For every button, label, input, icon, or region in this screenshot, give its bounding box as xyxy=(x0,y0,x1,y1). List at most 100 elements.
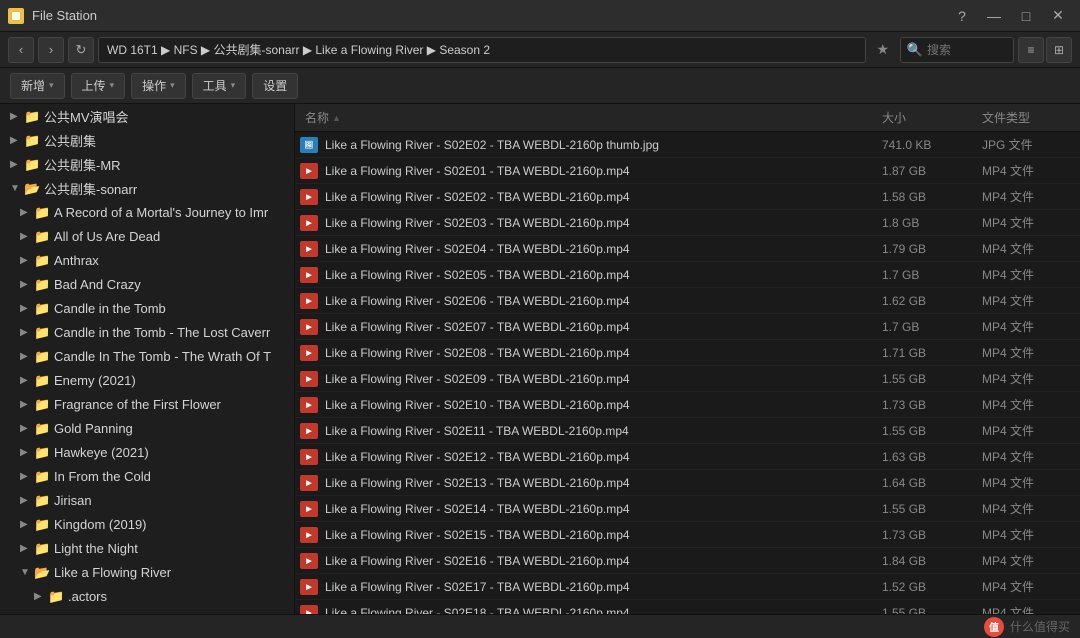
folder-icon: 📁 xyxy=(24,109,40,123)
back-button[interactable]: ‹ xyxy=(8,37,34,63)
column-header-name[interactable]: 名称 ▲ xyxy=(299,109,876,126)
table-row[interactable]: ▶Like a Flowing River - S02E08 - TBA WEB… xyxy=(295,340,1080,366)
sidebar-item-gold[interactable]: ▶ 📁 Gold Panning xyxy=(0,416,294,440)
folder-icon: 📁 xyxy=(34,517,50,531)
sidebar-item-all-of-us[interactable]: ▶ 📁 All of Us Are Dead xyxy=(0,224,294,248)
sidebar-item-fragrance[interactable]: ▶ 📁 Fragrance of the First Flower xyxy=(0,392,294,416)
sidebar-item-season1[interactable]: ▶ 📁 Season 1 xyxy=(0,608,294,614)
tools-button[interactable]: 工具 ▾ xyxy=(192,73,247,99)
upload-button[interactable]: 上传 ▾ xyxy=(71,73,126,99)
table-row[interactable]: ▶Like a Flowing River - S02E05 - TBA WEB… xyxy=(295,262,1080,288)
table-row[interactable]: ▶Like a Flowing River - S02E09 - TBA WEB… xyxy=(295,366,1080,392)
file-type: MP4 文件 xyxy=(976,552,1076,569)
file-name: Like a Flowing River - S02E16 - TBA WEBD… xyxy=(325,554,876,568)
mp4-icon: ▶ xyxy=(299,161,319,181)
sidebar-item-in-from[interactable]: ▶ 📁 In From the Cold xyxy=(0,464,294,488)
expand-arrow: ▶ xyxy=(10,111,24,122)
folder-icon: 📁 xyxy=(34,277,50,291)
file-size: 1.87 GB xyxy=(876,164,976,178)
sidebar-item-enemy[interactable]: ▶ 📁 Enemy (2021) xyxy=(0,368,294,392)
expand-arrow: ▶ xyxy=(20,447,34,458)
file-name: Like a Flowing River - S02E18 - TBA WEBD… xyxy=(325,606,876,615)
view-controls: ≡ ⊞ xyxy=(1018,37,1072,63)
table-row[interactable]: ▶ Like a Flowing River - S02E18 - TBA WEB… xyxy=(295,600,1080,614)
table-row[interactable]: ▶Like a Flowing River - S02E16 - TBA WEB… xyxy=(295,548,1080,574)
column-header-size[interactable]: 大小 xyxy=(876,109,976,126)
mp4-badge: ▶ xyxy=(300,605,318,615)
file-size: 1.62 GB xyxy=(876,294,976,308)
close-button[interactable]: ✕ xyxy=(1044,4,1072,28)
sidebar-item-label: 公共剧集-MR xyxy=(44,155,121,174)
favorite-button[interactable]: ★ xyxy=(870,37,896,63)
sidebar-item-actors[interactable]: ▶ 📁 .actors xyxy=(0,584,294,608)
toolbar: 新增 ▾ 上传 ▾ 操作 ▾ 工具 ▾ 设置 xyxy=(0,68,1080,104)
sidebar-item-drama-mr[interactable]: ▶ 📁 公共剧集-MR xyxy=(0,152,294,176)
table-row[interactable]: ▶Like a Flowing River - S02E14 - TBA WEB… xyxy=(295,496,1080,522)
sidebar-item-mv[interactable]: ▶ 📁 公共MV演唱会 xyxy=(0,104,294,128)
sidebar-item-anthrax[interactable]: ▶ 📁 Anthrax xyxy=(0,248,294,272)
sidebar-item-record[interactable]: ▶ 📁 A Record of a Mortal's Journey to Im… xyxy=(0,200,294,224)
sidebar-item-bad-crazy[interactable]: ▶ 📁 Bad And Crazy xyxy=(0,272,294,296)
maximize-button[interactable]: □ xyxy=(1012,4,1040,28)
table-row[interactable]: ▶Like a Flowing River - S02E03 - TBA WEB… xyxy=(295,210,1080,236)
sidebar-item-hawkeye[interactable]: ▶ 📁 Hawkeye (2021) xyxy=(0,440,294,464)
table-row[interactable]: ▶Like a Flowing River - S02E07 - TBA WEB… xyxy=(295,314,1080,340)
sidebar-item-label: In From the Cold xyxy=(54,469,151,484)
expand-arrow: ▶ xyxy=(20,495,34,506)
table-row[interactable]: ▶Like a Flowing River - S02E10 - TBA WEB… xyxy=(295,392,1080,418)
address-path[interactable]: WD 16T1 ▶ NFS ▶ 公共剧集-sonarr ▶ Like a Flo… xyxy=(98,37,866,63)
search-input[interactable] xyxy=(927,43,1007,57)
column-header-type[interactable]: 文件类型 xyxy=(976,109,1076,126)
app-icon xyxy=(8,8,24,24)
brand-area: 值 什么值得买 xyxy=(984,617,1070,637)
file-type: MP4 文件 xyxy=(976,318,1076,335)
table-row[interactable]: ▶Like a Flowing River - S02E06 - TBA WEB… xyxy=(295,288,1080,314)
address-bar: ‹ › ↻ WD 16T1 ▶ NFS ▶ 公共剧集-sonarr ▶ Like… xyxy=(0,32,1080,68)
sidebar-item-candle-wrath[interactable]: ▶ 📁 Candle In The Tomb - The Wrath Of T xyxy=(0,344,294,368)
file-name: Like a Flowing River - S02E17 - TBA WEBD… xyxy=(325,580,876,594)
help-button[interactable]: ? xyxy=(948,4,976,28)
sidebar-item-candle-lost[interactable]: ▶ 📁 Candle in the Tomb - The Lost Caverr xyxy=(0,320,294,344)
table-row[interactable]: ▶Like a Flowing River - S02E12 - TBA WEB… xyxy=(295,444,1080,470)
sidebar: ▶ 📁 公共MV演唱会 ▶ 📁 公共剧集 ▶ 📁 公共剧集-MR ▼ 📂 公共剧… xyxy=(0,104,295,614)
forward-button[interactable]: › xyxy=(38,37,64,63)
new-button[interactable]: 新增 ▾ xyxy=(10,73,65,99)
table-row[interactable]: ▶Like a Flowing River - S02E04 - TBA WEB… xyxy=(295,236,1080,262)
table-row[interactable]: ▶Like a Flowing River - S02E11 - TBA WEB… xyxy=(295,418,1080,444)
sidebar-item-kingdom[interactable]: ▶ 📁 Kingdom (2019) xyxy=(0,512,294,536)
sidebar-item-drama[interactable]: ▶ 📁 公共剧集 xyxy=(0,128,294,152)
sidebar-item-label: Jirisan xyxy=(54,493,92,508)
table-row[interactable]: ▶ Like a Flowing River - S02E01 - TBA WEB… xyxy=(295,158,1080,184)
file-name: Like a Flowing River - S02E01 - TBA WEBD… xyxy=(325,164,876,178)
table-row[interactable]: ▶Like a Flowing River - S02E02 - TBA WEB… xyxy=(295,184,1080,210)
expand-arrow: ▶ xyxy=(20,519,34,530)
table-row[interactable]: ▶Like a Flowing River - S02E17 - TBA WEB… xyxy=(295,574,1080,600)
sidebar-item-flowing-river[interactable]: ▼ 📂 Like a Flowing River xyxy=(0,560,294,584)
file-size: 1.7 GB xyxy=(876,268,976,282)
file-name: Like a Flowing River - S02E04 - TBA WEBD… xyxy=(325,242,876,256)
action-button[interactable]: 操作 ▾ xyxy=(131,73,186,99)
minimize-button[interactable]: — xyxy=(980,4,1008,28)
folder-open-icon: 📂 xyxy=(24,181,40,195)
detail-view-button[interactable]: ⊞ xyxy=(1046,37,1072,63)
sidebar-item-candle-tomb[interactable]: ▶ 📁 Candle in the Tomb xyxy=(0,296,294,320)
mp4-icon: ▶ xyxy=(299,499,319,519)
sidebar-item-jirisan[interactable]: ▶ 📁 Jirisan xyxy=(0,488,294,512)
expand-arrow: ▶ xyxy=(20,375,34,386)
table-row[interactable]: ▶Like a Flowing River - S02E13 - TBA WEB… xyxy=(295,470,1080,496)
settings-button[interactable]: 设置 xyxy=(252,73,298,99)
sidebar-item-drama-sonarr[interactable]: ▼ 📂 公共剧集-sonarr xyxy=(0,176,294,200)
mp4-icon: ▶ xyxy=(299,343,319,363)
table-row[interactable]: 🖼Like a Flowing River - S02E02 - TBA WEB… xyxy=(295,132,1080,158)
table-row[interactable]: ▶Like a Flowing River - S02E15 - TBA WEB… xyxy=(295,522,1080,548)
file-list: 🖼Like a Flowing River - S02E02 - TBA WEB… xyxy=(295,132,1080,614)
refresh-button[interactable]: ↻ xyxy=(68,37,94,63)
sidebar-item-label: Kingdom (2019) xyxy=(54,517,147,532)
expand-arrow: ▶ xyxy=(20,471,34,482)
sidebar-item-light-night[interactable]: ▶ 📁 Light the Night xyxy=(0,536,294,560)
file-type: MP4 文件 xyxy=(976,370,1076,387)
list-view-button[interactable]: ≡ xyxy=(1018,37,1044,63)
file-size: 1.73 GB xyxy=(876,528,976,542)
brand-label: 什么值得买 xyxy=(1010,618,1070,635)
sidebar-item-label: Light the Night xyxy=(54,541,138,556)
